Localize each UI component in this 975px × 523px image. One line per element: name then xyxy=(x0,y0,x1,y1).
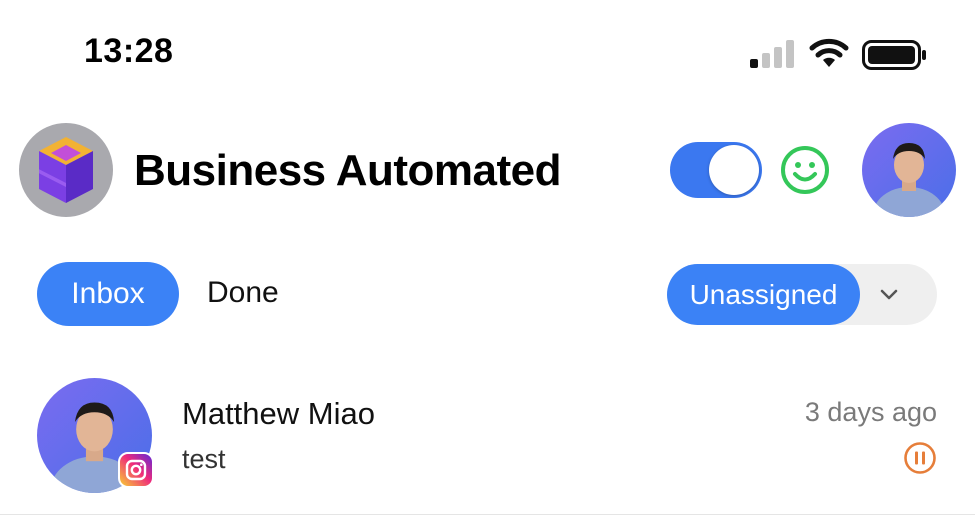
assignment-filter-selected[interactable]: Unassigned xyxy=(667,264,860,325)
smiley-icon[interactable] xyxy=(780,145,830,195)
message-preview: test xyxy=(182,444,226,474)
org-logo[interactable] xyxy=(19,123,113,217)
page-title: Business Automated xyxy=(134,146,562,195)
tab-done[interactable]: Done xyxy=(207,276,279,310)
toggle-knob xyxy=(709,145,759,195)
tab-inbox[interactable]: Inbox xyxy=(37,262,179,326)
row-divider xyxy=(0,514,975,515)
contact-name: Matthew Miao xyxy=(182,396,375,431)
tab-inbox-label: Inbox xyxy=(71,277,145,310)
pause-icon xyxy=(904,442,936,474)
cellular-signal-icon xyxy=(750,40,794,68)
person-avatar-icon xyxy=(862,123,956,217)
chevron-down-icon[interactable] xyxy=(878,286,900,302)
instagram-glyph-icon xyxy=(125,459,147,481)
availability-toggle[interactable] xyxy=(670,142,762,198)
cube-logo-icon xyxy=(39,137,93,203)
conversation-timestamp: 3 days ago xyxy=(804,397,937,427)
status-time: 13:28 xyxy=(84,32,174,70)
wifi-icon xyxy=(809,38,849,67)
battery-icon xyxy=(862,40,926,70)
user-avatar[interactable] xyxy=(862,123,956,217)
instagram-icon xyxy=(118,452,154,488)
assignment-filter-label: Unassigned xyxy=(689,278,838,310)
